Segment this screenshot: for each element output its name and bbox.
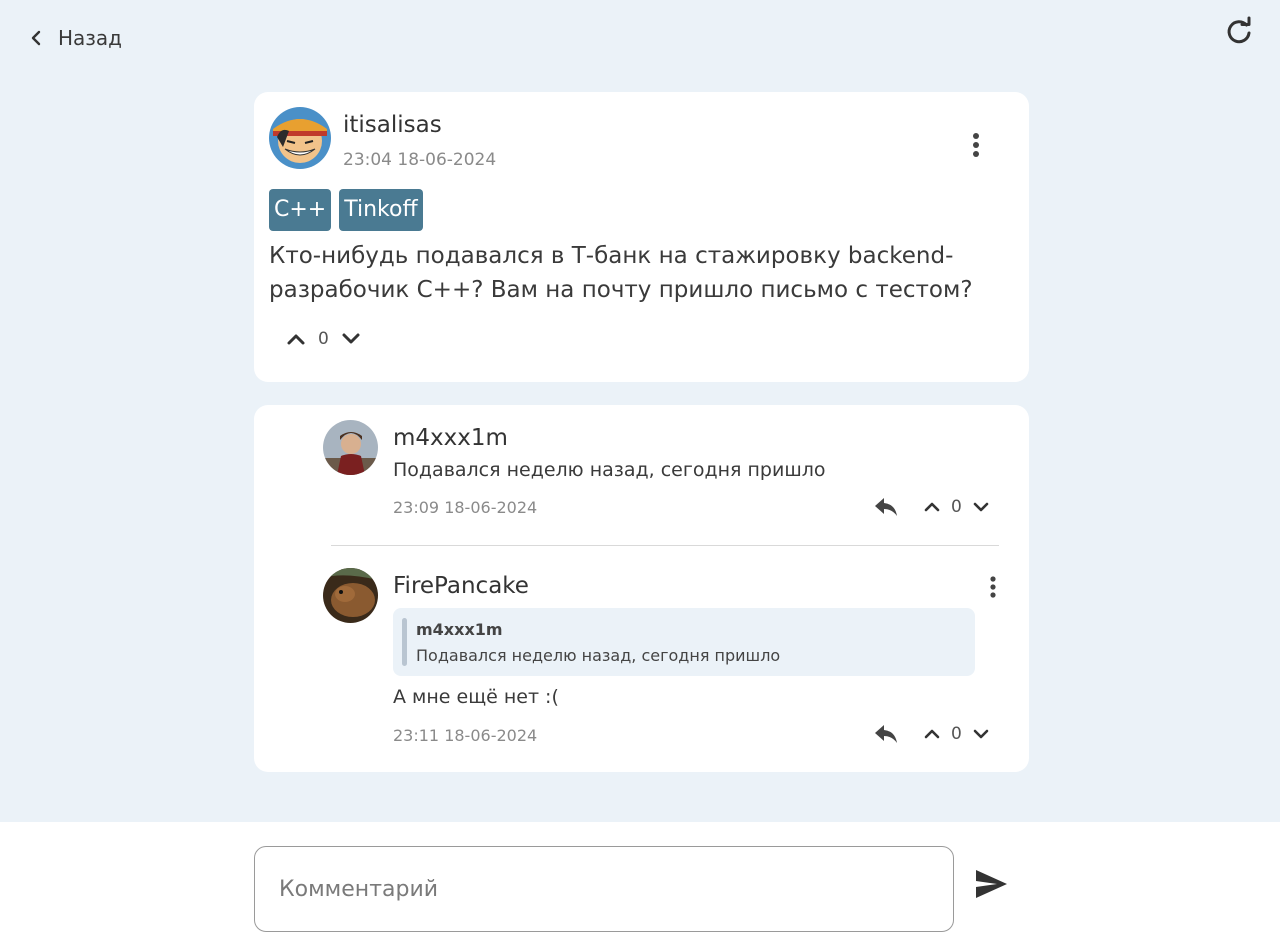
- vote-count: 0: [951, 497, 962, 517]
- upvote-icon[interactable]: [923, 725, 941, 743]
- downvote-icon[interactable]: [972, 725, 990, 743]
- avatar[interactable]: [323, 568, 378, 623]
- post-author[interactable]: itisalisas: [343, 112, 442, 138]
- comment-vote-control: 0: [923, 724, 990, 744]
- comment-text: Подавался неделю назад, сегодня пришло: [393, 459, 826, 481]
- downvote-icon[interactable]: [972, 498, 990, 516]
- comment-input[interactable]: [254, 846, 954, 932]
- author-avatar-image: [269, 107, 331, 169]
- post-card: itisalisas 23:04 18-06-2024 C++ Tinkoff …: [254, 92, 1029, 382]
- comment-date: 23:11 18-06-2024: [393, 726, 538, 745]
- downvote-icon[interactable]: [341, 329, 361, 349]
- comment-text: А мне ещё нет :(: [393, 686, 559, 708]
- tag[interactable]: Tinkoff: [339, 189, 423, 231]
- comment-divider: [331, 545, 999, 546]
- post-text: Кто-нибудь подавался в Т-банк на стажиро…: [269, 243, 973, 303]
- post-date: 23:04 18-06-2024: [343, 150, 497, 170]
- avatar[interactable]: [323, 420, 378, 475]
- vote-count: 0: [951, 724, 962, 744]
- quoted-reply[interactable]: m4xxx1m Подавался неделю назад, сегодня …: [393, 608, 975, 676]
- post-vote-control: 0: [286, 329, 361, 349]
- comment-date: 23:09 18-06-2024: [393, 498, 538, 517]
- comment-vote-control: 0: [923, 497, 990, 517]
- reply-icon[interactable]: [873, 496, 899, 518]
- quote-author: m4xxx1m: [416, 620, 503, 639]
- back-label: Назад: [58, 26, 123, 50]
- quote-text: Подавался неделю назад, сегодня пришло: [416, 646, 781, 665]
- quote-bar: [402, 618, 407, 666]
- commenter-avatar-image: [323, 420, 378, 475]
- commenter-avatar-image: [323, 568, 378, 623]
- comment-author[interactable]: FirePancake: [393, 573, 529, 599]
- more-options-icon[interactable]: [972, 132, 980, 158]
- back-button[interactable]: Назад: [28, 26, 122, 50]
- refresh-icon[interactable]: [1224, 16, 1254, 46]
- tag[interactable]: C++: [269, 189, 332, 231]
- comments-card: m4xxx1m Подавался неделю назад, сегодня …: [254, 405, 1029, 772]
- tag-list: C++ Tinkoff: [269, 189, 423, 231]
- reply-icon[interactable]: [873, 723, 899, 745]
- comment-author[interactable]: m4xxx1m: [393, 425, 508, 451]
- send-icon[interactable]: [975, 869, 1008, 899]
- more-options-icon[interactable]: [989, 576, 997, 598]
- upvote-icon[interactable]: [923, 498, 941, 516]
- avatar[interactable]: [269, 107, 331, 169]
- comment-composer: [0, 822, 1280, 938]
- vote-count: 0: [318, 329, 329, 349]
- upvote-icon[interactable]: [286, 329, 306, 349]
- chevron-left-icon: [31, 30, 41, 46]
